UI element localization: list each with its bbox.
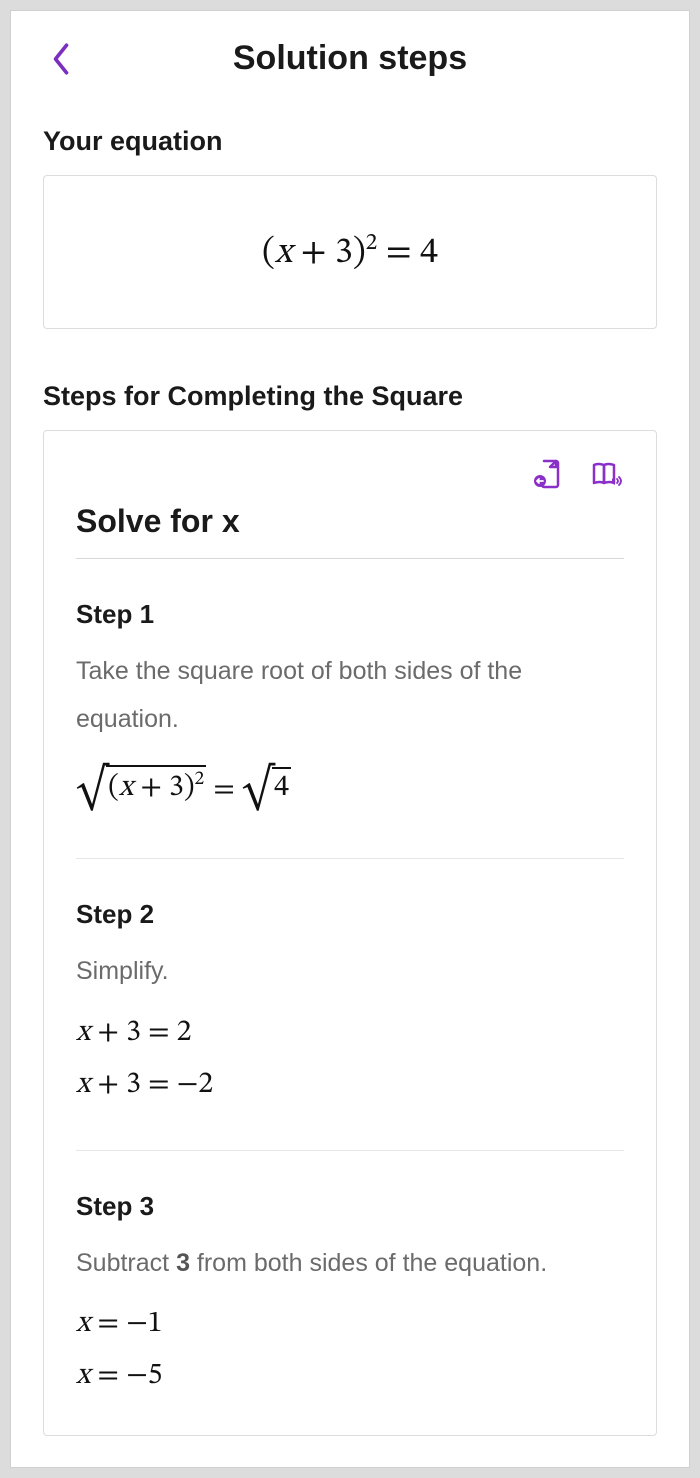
step-math: x = −1 bbox=[76, 1305, 624, 1343]
step-block: Step 3 Subtract 3 from both sides of the … bbox=[76, 1191, 624, 1396]
step-math: x = −5 bbox=[76, 1357, 624, 1395]
step-block: Step 2 Simplify. x + 3 = 2 x + 3 = −2 bbox=[76, 899, 624, 1151]
chevron-left-icon bbox=[50, 42, 72, 76]
header: Solution steps bbox=[43, 39, 657, 78]
method-label: Steps for Completing the Square bbox=[43, 381, 657, 412]
equation-card: (x + 3)2 = 4 bbox=[43, 175, 657, 329]
book-speaker-icon bbox=[590, 459, 622, 491]
steps-card: Solve for x Step 1 Take the square root o… bbox=[43, 430, 657, 1436]
action-icons bbox=[76, 457, 624, 493]
back-button[interactable] bbox=[43, 41, 79, 77]
solve-heading: Solve for x bbox=[76, 503, 624, 559]
page-title: Solution steps bbox=[95, 39, 605, 78]
step-description: Simplify. bbox=[76, 948, 624, 996]
send-to-page-button[interactable] bbox=[530, 457, 566, 493]
equation-display: (x + 3)2 = 4 bbox=[262, 235, 438, 271]
steps-list: Step 1 Take the square root of both sides… bbox=[76, 599, 624, 1395]
step-title: Step 1 bbox=[76, 599, 624, 630]
step-title: Step 3 bbox=[76, 1191, 624, 1222]
page-arrow-icon bbox=[532, 459, 564, 491]
step-math: x + 3 = 2 bbox=[76, 1014, 624, 1052]
your-equation-label: Your equation bbox=[43, 126, 657, 157]
read-aloud-button[interactable] bbox=[588, 457, 624, 493]
step-title: Step 2 bbox=[76, 899, 624, 930]
step-math: x + 3 = −2 bbox=[76, 1066, 624, 1104]
step-math: (x + 3)2 = 4 bbox=[76, 761, 624, 812]
step-description: Take the square root of both sides of th… bbox=[76, 648, 624, 743]
step-description: Subtract 3 from both sides of the equati… bbox=[76, 1240, 624, 1288]
solution-panel: Solution steps Your equation (x + 3)2 = … bbox=[10, 10, 690, 1468]
step-block: Step 1 Take the square root of both sides… bbox=[76, 599, 624, 859]
